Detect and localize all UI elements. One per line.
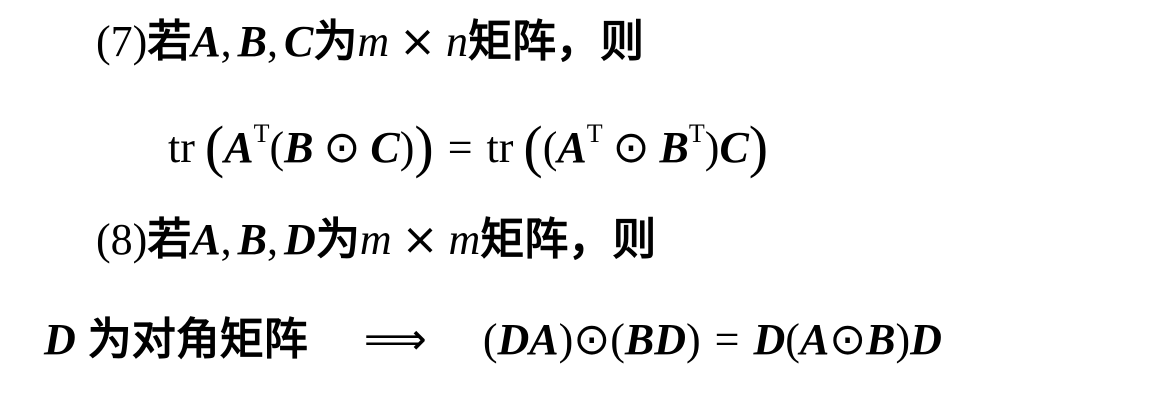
item-7-dim-row: m [357,17,390,66]
eq8-rparen-2: ) [685,315,701,364]
eq7-c-left: C [370,123,400,172]
eq8-lparen-1: ( [482,315,498,364]
eq8-condition-text: 为对角矩阵 [87,314,308,365]
eq7-transpose-b-right: T [688,119,705,148]
eq7-b-left: B [284,123,314,172]
eq7-c-right: C [719,123,749,172]
eq7-lparen-inner-left: ( [269,123,285,172]
eq7-trace-left: tr [168,123,195,172]
equation-8: D 为对角矩阵 ⟹ (DA)⊙(BD) = D(A⊙B)D [44,318,942,362]
item-7-comma-1: , [220,17,232,66]
eq7-transpose-a-left: T [253,119,270,148]
item-7-if-word: 若 [147,16,192,67]
eq8-equals: = [714,315,740,364]
item-8-dim-row: m [359,215,392,264]
eq7-rparen-inner-left: ) [399,123,415,172]
item-7-matrix-b: B [237,17,268,66]
eq7-big-lparen-left: ( [204,114,225,179]
eq8-b-2: B [866,315,896,364]
item-8-matrix-d: D [284,215,316,264]
item-7-matrix-c: C [284,17,314,66]
eq7-lparen-inner-right: ( [542,123,558,172]
eq8-lparen-2: ( [610,315,625,364]
item-8-then-word: ，则 [568,214,657,265]
item-7-is-word: 为 [313,16,358,67]
eq7-transpose-a-right: T [586,119,603,148]
eq7-equals: = [447,123,473,172]
eq7-odot-right: ⊙ [612,122,650,173]
eq7-a-right: A [557,123,587,172]
eq8-d-2: D [654,315,686,364]
eq8-lparen-3: ( [785,315,800,364]
eq7-trace-right: tr [486,123,514,172]
item-7-matrix-a: A [191,17,221,66]
item-8-matrix-b: B [237,215,268,264]
item-7-matrix-word: 矩阵 [468,16,557,67]
eq8-d-3: D [753,315,786,364]
eq8-implies-arrow: ⟹ [363,314,427,365]
eq8-odot-right: ⊙ [829,314,867,365]
item-8-label: (8) [96,215,148,264]
eq8-rparen-1: ) [558,315,574,364]
eq8-b-1: B [624,315,655,364]
item-8-comma-1: , [220,215,232,264]
eq7-odot-left: ⊙ [323,122,361,173]
item-7-times: × [399,16,437,67]
eq8-d-4: D [910,315,942,364]
eq7-b-right: B [659,123,689,172]
eq7-big-rparen-right: ) [748,114,769,179]
item-7-label: (7) [96,17,148,66]
item-7-dim-col: n [446,17,469,66]
item-8-times: × [401,214,439,265]
eq8-a-1: A [529,315,559,364]
item-8-if-word: 若 [147,214,192,265]
equation-7: tr (AT(B ⊙ C)) = tr ((AT ⊙ BT)C) [168,118,768,176]
eq7-big-lparen-right: ( [523,114,543,179]
eq7-a-left: A [224,123,254,172]
item-7-then-word: ，则 [556,16,645,67]
item-8-matrix-word: 矩阵 [480,214,569,265]
item-7-statement: (7)若A, B, C为m × n矩阵，则 [96,20,644,64]
eq8-odot-left: ⊙ [573,314,611,365]
item-8-dim-col: m [448,215,481,264]
eq7-big-rparen-left: ) [414,114,434,179]
eq8-rparen-3: ) [895,315,911,364]
eq8-d-1: D [497,315,530,364]
item-8-matrix-a: A [191,215,221,264]
eq8-a-2: A [799,315,830,364]
item-7-comma-2: , [267,17,279,66]
eq8-d-condition: D [44,315,76,364]
eq7-rparen-inner-right: ) [704,123,720,172]
item-8-is-word: 为 [315,214,360,265]
item-8-statement: (8)若A, B, D为m × m矩阵，则 [96,218,656,262]
item-8-comma-2: , [267,215,279,264]
